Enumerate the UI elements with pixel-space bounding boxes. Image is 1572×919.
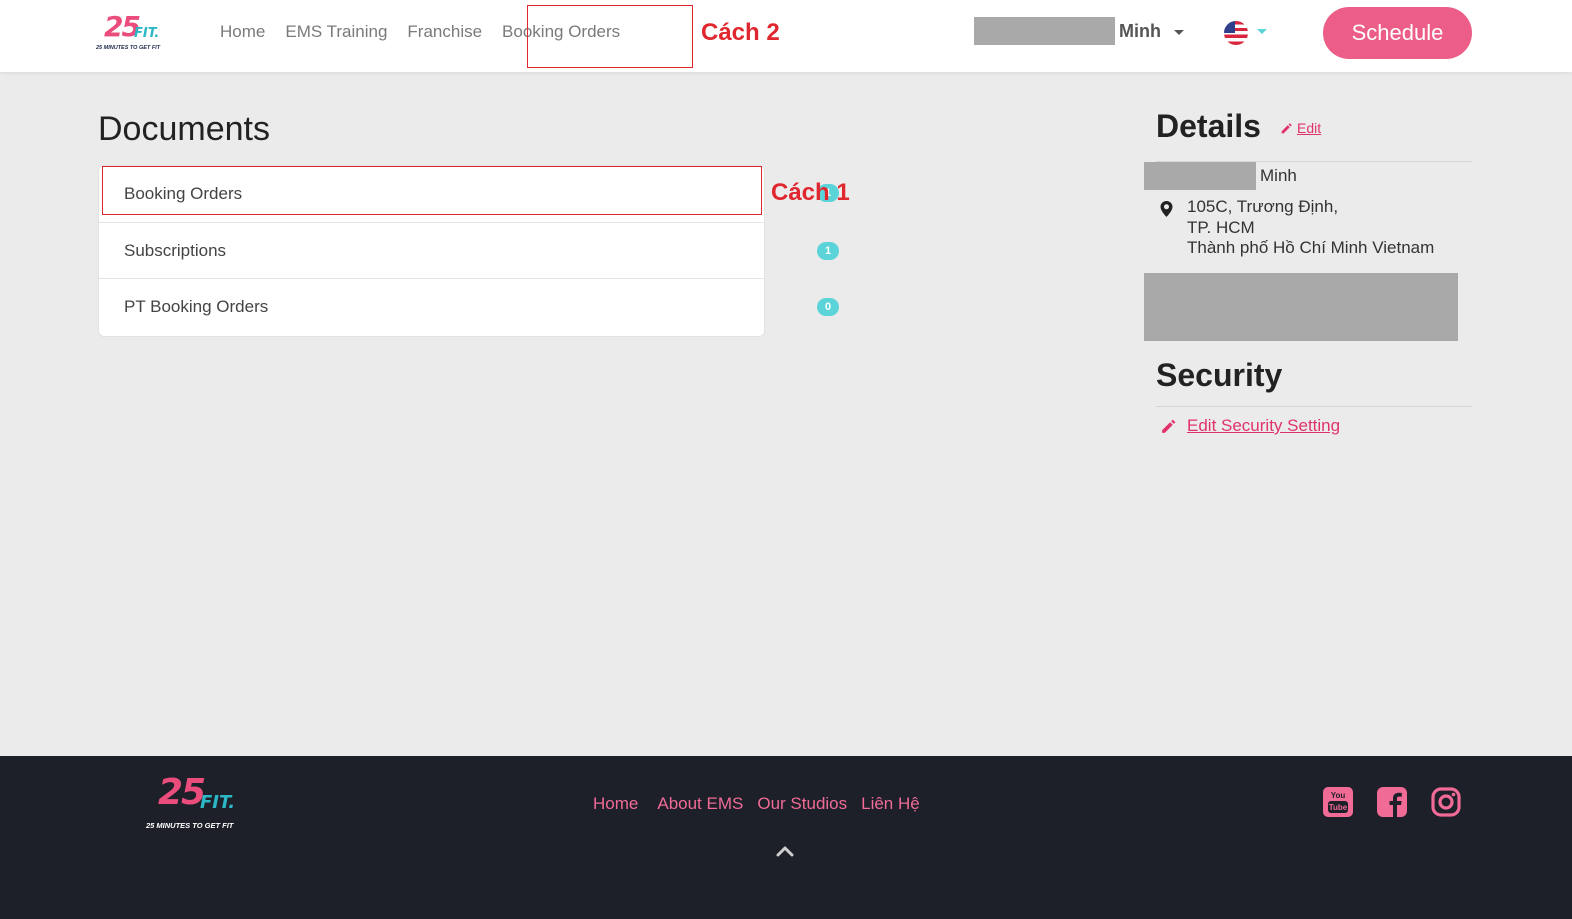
nav-franchise[interactable]: Franchise [407,22,482,44]
map-pin-icon [1160,201,1173,217]
redacted-name-block [1144,162,1256,190]
count-badge: 0 [817,298,839,316]
profile-address: 105C, Trương Định, TP. HCM Thành phố Hồ … [1187,197,1434,259]
chevron-up-icon[interactable] [775,843,795,859]
divider [1156,406,1472,407]
svg-text:Tube: Tube [1329,803,1348,812]
count-badge: 1 [817,241,839,260]
pencil-icon [1281,122,1292,133]
footer-nav: Home About EMS Our Studios Liên Hệ [593,794,920,814]
redacted-user-block [974,17,1115,45]
svg-text:You: You [1331,791,1346,800]
edit-security-label: Edit Security Setting [1187,416,1341,435]
youtube-icon[interactable]: You Tube [1322,786,1354,818]
security-title: Security [1156,357,1283,393]
edit-security-link[interactable]: Edit Security Setting [1160,416,1340,436]
redacted-contact-block [1144,273,1458,341]
logo-fit: FIT. [200,792,236,813]
footer-link-lien-he[interactable]: Liên Hệ [861,794,920,814]
doc-item-subscriptions[interactable]: Subscriptions 1 [99,223,839,279]
details-title: Details [1156,108,1261,144]
pencil-icon [1162,419,1176,433]
schedule-button[interactable]: Schedule [1323,7,1472,59]
address-line: Thành phố Hồ Chí Minh Vietnam [1187,238,1435,257]
annotation-box-nav [527,5,693,68]
doc-item-label: PT Booking Orders [124,297,269,316]
documents-title: Documents [98,110,270,148]
instagram-icon[interactable] [1430,786,1462,818]
profile-name: Minh [1260,166,1297,185]
logo-fit: FIT. [134,26,160,41]
logo-tagline: 25 MINUTES TO GET FIT [96,45,161,51]
footer-logo[interactable]: 25 FIT. 25 MINUTES TO GET FIT [144,772,254,832]
annotation-label-1: Cách 1 [771,179,850,206]
chevron-down-icon[interactable] [1174,30,1184,35]
annotation-box-booking [102,166,762,215]
annotation-label-2: Cách 2 [701,19,780,46]
nav-home[interactable]: Home [220,22,265,44]
chevron-down-icon[interactable] [1257,29,1267,34]
address-line: TP. HCM [1187,217,1255,237]
logo-number: 25 [158,772,206,813]
address-line: 105C, Trương Định, [1187,197,1339,216]
user-menu-name[interactable]: Minh [1119,21,1161,42]
edit-details-label: Edit [1297,120,1322,136]
doc-item-label: Subscriptions [124,240,227,260]
doc-item-pt-booking-orders[interactable]: PT Booking Orders 0 [99,279,839,336]
facebook-icon[interactable] [1376,786,1408,818]
footer-link-about-ems[interactable]: About EMS [657,794,743,814]
edit-details-link[interactable]: Edit [1280,120,1321,136]
brand-logo[interactable]: 25 FIT. 25 MINUTES TO GET FIT [96,10,176,56]
us-flag-icon[interactable] [1224,21,1248,45]
nav-ems-training[interactable]: EMS Training [285,22,387,44]
top-header: 25 FIT. 25 MINUTES TO GET FIT Home EMS T… [0,0,1572,72]
footer-link-our-studios[interactable]: Our Studios [757,794,847,814]
footer-link-home[interactable]: Home [593,794,638,814]
logo-tagline: 25 MINUTES TO GET FIT [146,821,234,830]
